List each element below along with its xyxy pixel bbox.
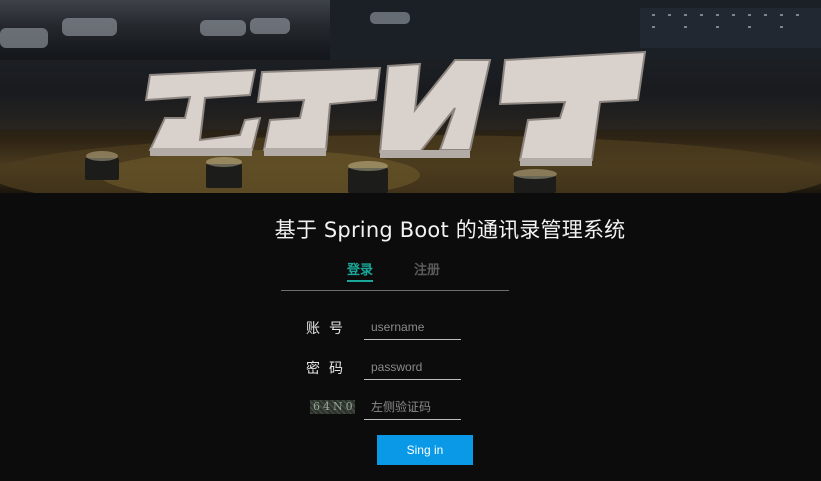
login-page: 基于 Spring Boot 的通讯录管理系统 登录 注册 账号 密码 64N0… (0, 0, 821, 481)
signin-button[interactable]: Sing in (377, 435, 473, 465)
captcha-image[interactable]: 64N0 (310, 400, 355, 414)
captcha-input[interactable] (364, 394, 461, 420)
tab-register[interactable]: 注册 (414, 262, 440, 282)
username-input[interactable] (364, 314, 461, 340)
password-label: 密码 (306, 361, 352, 377)
banner-image (0, 0, 821, 193)
plaza-photo (0, 0, 821, 193)
tab-login[interactable]: 登录 (347, 262, 374, 282)
page-title: 基于 Spring Boot 的通讯录管理系统 (274, 218, 626, 242)
auth-tabs: 登录 注册 (281, 262, 509, 291)
password-input[interactable] (364, 354, 461, 380)
username-label: 账号 (306, 321, 352, 337)
